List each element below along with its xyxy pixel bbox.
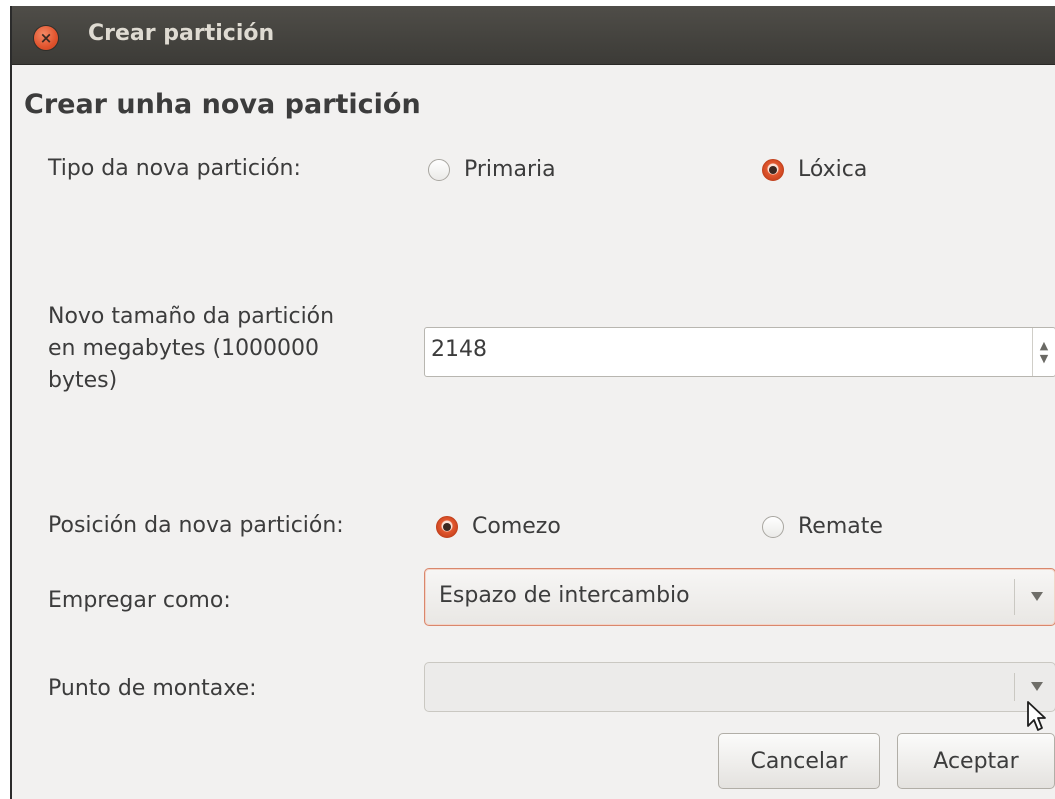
dropdown-separator [1014,579,1015,615]
radio-remate-label: Remate [798,514,883,539]
accept-button[interactable]: Aceptar [897,733,1055,789]
window-title: Crear partición [88,21,275,46]
dialog-content: Crear unha nova partición Tipo da nova p… [12,65,1055,799]
spin-down-icon[interactable]: ▼ [1040,352,1048,365]
radio-remate[interactable]: Remate [762,514,883,539]
size-label-line1: Novo tamaño da partición [48,304,335,329]
radio-unchecked-icon [762,515,784,538]
mouse-cursor-icon [1027,701,1046,731]
radio-comezo-label: Comezo [472,514,561,539]
dialog-heading: Crear unha nova partición [24,89,421,120]
radio-checked-icon [762,158,784,181]
size-label-line2: en megabytes (1000000 [48,336,320,361]
titlebar: × Crear partición [12,6,1055,65]
create-partition-window: × Crear partición Crear unha nova partic… [10,6,1055,799]
use-as-value: Espazo de intercambio [439,583,690,608]
radio-primaria[interactable]: Primaria [428,157,556,182]
radio-primaria-label: Primaria [464,157,556,182]
spin-arrows-icon[interactable]: ▲ ▼ [1032,328,1055,376]
chevron-down-icon [1031,682,1043,691]
use-as-dropdown[interactable]: Espazo de intercambio [424,568,1055,626]
radio-comezo[interactable]: Comezo [436,514,561,539]
position-label: Posición da nova partición: [48,513,344,538]
partition-type-label: Tipo da nova partición: [48,156,301,181]
chevron-down-icon [1031,592,1043,601]
radio-unchecked-icon [428,158,450,181]
dropdown-separator [1014,673,1015,701]
radio-checked-icon [436,515,458,538]
size-label: Novo tamaño da partición en megabytes (1… [48,301,334,397]
spin-up-icon[interactable]: ▲ [1040,339,1048,352]
size-spin-field[interactable]: 2148 ▲ ▼ [424,327,1055,377]
mount-point-label: Punto de montaxe: [48,676,257,701]
size-label-line3: bytes) [48,368,118,393]
radio-loxica[interactable]: Lóxica [762,157,867,182]
close-icon[interactable]: × [34,26,58,50]
radio-loxica-label: Lóxica [798,157,868,182]
cancel-button[interactable]: Cancelar [718,733,880,789]
use-as-label: Empregar como: [48,588,231,613]
mount-point-dropdown[interactable] [424,662,1055,712]
size-value: 2148 [431,337,487,362]
